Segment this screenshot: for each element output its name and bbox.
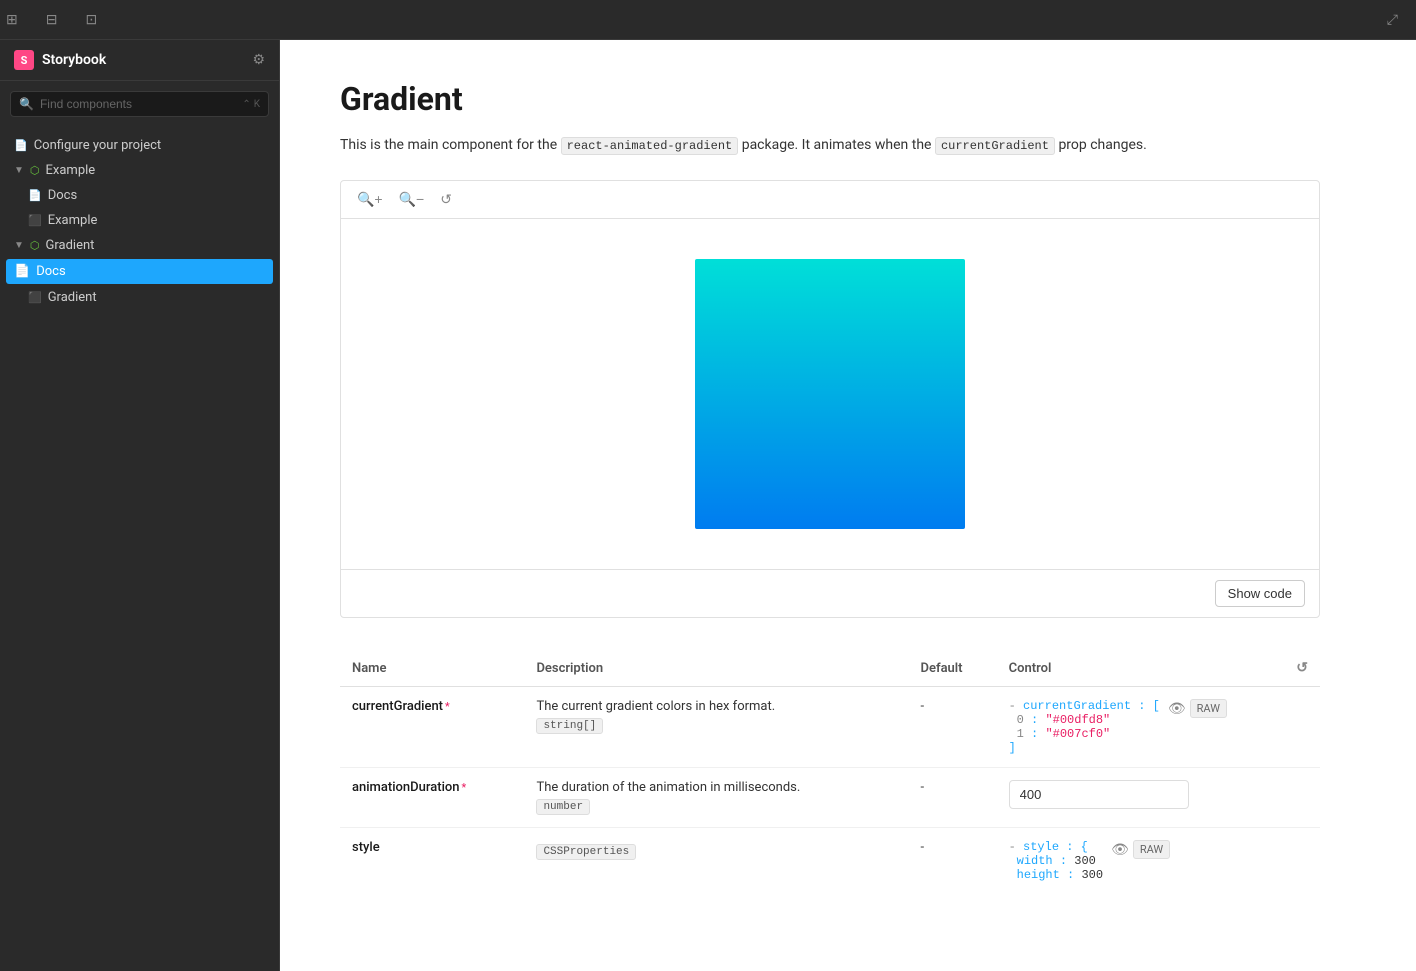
zoom-out-button[interactable]: 🔍− bbox=[395, 189, 429, 210]
col-header-default: Default bbox=[908, 650, 996, 687]
story-icon: ⬛ bbox=[28, 214, 42, 227]
prop-name-cell: currentGradient* bbox=[340, 687, 524, 768]
doc-icon: 📄 bbox=[14, 264, 30, 279]
page-description: This is the main component for the react… bbox=[340, 134, 1320, 156]
sidebar-item-label: Gradient bbox=[48, 290, 97, 305]
main-layout: S Storybook ⚙ 🔍 ⌃K 📄 Configure your proj… bbox=[0, 40, 1416, 971]
col-header-control: Control ↺ bbox=[997, 650, 1320, 687]
chevron-down-icon: ▼ bbox=[14, 165, 24, 176]
sidebar-item-label: Docs bbox=[48, 188, 77, 203]
search-input[interactable] bbox=[40, 97, 236, 111]
prop-description-cell: The duration of the animation in millise… bbox=[524, 768, 908, 828]
animation-duration-input[interactable] bbox=[1009, 780, 1189, 809]
prop-name-code: currentGradient bbox=[935, 137, 1055, 155]
sidebar-item-example-group[interactable]: ▼ ⬡ Example bbox=[0, 158, 279, 183]
gradient-preview bbox=[695, 259, 965, 529]
grid-2x2-icon[interactable]: ⊞ bbox=[0, 8, 24, 32]
raw-badge[interactable]: RAW bbox=[1190, 699, 1227, 718]
story-icon: ⬛ bbox=[28, 291, 42, 304]
prop-control-cell: - style : { width : 300 height : 300 👁 R… bbox=[997, 828, 1320, 895]
doc-icon: 📄 bbox=[28, 189, 42, 202]
sidebar-item-configure[interactable]: 📄 Configure your project bbox=[0, 133, 279, 158]
component-icon: ⬡ bbox=[30, 239, 40, 252]
prop-control-cell: - currentGradient : [ 0 : "#00dfd8" 1 : … bbox=[997, 687, 1320, 768]
props-table: Name Description Default Control ↺ bbox=[340, 650, 1320, 894]
prop-control-cell bbox=[997, 768, 1320, 828]
table-row: style CSSProperties - - style : { width … bbox=[340, 828, 1320, 895]
prop-description-cell: CSSProperties bbox=[524, 828, 908, 895]
sidebar-nav: 📄 Configure your project ▼ ⬡ Example 📄 D… bbox=[0, 127, 279, 971]
resize-icon[interactable]: ⤢ bbox=[1381, 8, 1404, 32]
chevron-down-icon: ▼ bbox=[14, 240, 24, 251]
table-row: currentGradient* The current gradient co… bbox=[340, 687, 1320, 768]
sidebar-item-label: Example bbox=[46, 163, 96, 178]
search-shortcut: ⌃K bbox=[242, 99, 260, 110]
prop-default-cell: - bbox=[908, 768, 996, 828]
zoom-in-button[interactable]: 🔍+ bbox=[353, 189, 387, 210]
table-row: animationDuration* The duration of the a… bbox=[340, 768, 1320, 828]
sidebar-header: S Storybook ⚙ bbox=[0, 40, 279, 81]
sidebar-item-label: Configure your project bbox=[34, 138, 161, 153]
col-header-description: Description bbox=[524, 650, 908, 687]
component-icon: ⬡ bbox=[30, 164, 40, 177]
eye-icon[interactable]: 👁 bbox=[1168, 701, 1186, 717]
sidebar-item-example-story[interactable]: ⬛ Example bbox=[0, 208, 279, 233]
sidebar-item-label: Example bbox=[48, 213, 98, 228]
sidebar-item-gradient-group[interactable]: ▼ ⬡ Gradient bbox=[0, 233, 279, 258]
sidebar-title: Storybook bbox=[42, 52, 252, 68]
prop-default-cell: - bbox=[908, 687, 996, 768]
preview-box: 🔍+ 🔍− ↺ Show code bbox=[340, 180, 1320, 618]
grid-3x3-icon[interactable]: ⊟ bbox=[40, 8, 64, 32]
logo: S bbox=[14, 50, 34, 70]
page-title: Gradient bbox=[340, 80, 1320, 118]
col-header-name: Name bbox=[340, 650, 524, 687]
eye-icon[interactable]: 👁 bbox=[1111, 842, 1129, 858]
content-area: Gradient This is the main component for … bbox=[280, 40, 1416, 971]
sidebar-item-label: Gradient bbox=[46, 238, 95, 253]
show-code-button[interactable]: Show code bbox=[1215, 580, 1305, 607]
raw-badge[interactable]: RAW bbox=[1133, 840, 1170, 859]
sidebar-item-gradient-story[interactable]: ⬛ Gradient bbox=[0, 285, 279, 310]
package-name-code: react-animated-gradient bbox=[561, 137, 739, 155]
top-bar: ⊞ ⊟ ⊡ ⤢ bbox=[0, 0, 1416, 40]
prop-name-cell: animationDuration* bbox=[340, 768, 524, 828]
search-box: 🔍 ⌃K bbox=[10, 91, 269, 117]
prop-default-cell: - bbox=[908, 828, 996, 895]
layout-icon[interactable]: ⊡ bbox=[79, 8, 103, 32]
preview-footer: Show code bbox=[341, 569, 1319, 617]
sidebar: S Storybook ⚙ 🔍 ⌃K 📄 Configure your proj… bbox=[0, 40, 280, 971]
doc-icon: 📄 bbox=[14, 139, 28, 152]
prop-description-cell: The current gradient colors in hex forma… bbox=[524, 687, 908, 768]
prop-name-cell: style bbox=[340, 828, 524, 895]
zoom-reset-button[interactable]: ↺ bbox=[436, 189, 456, 210]
gear-icon[interactable]: ⚙ bbox=[252, 52, 265, 68]
preview-toolbar: 🔍+ 🔍− ↺ bbox=[341, 181, 1319, 219]
sidebar-item-gradient-docs[interactable]: 📄 Docs bbox=[6, 259, 273, 284]
sidebar-item-example-docs[interactable]: 📄 Docs bbox=[0, 183, 279, 208]
search-icon: 🔍 bbox=[19, 97, 34, 111]
sidebar-item-label: Docs bbox=[36, 264, 65, 279]
preview-content bbox=[341, 219, 1319, 569]
reset-all-icon[interactable]: ↺ bbox=[1296, 660, 1308, 676]
